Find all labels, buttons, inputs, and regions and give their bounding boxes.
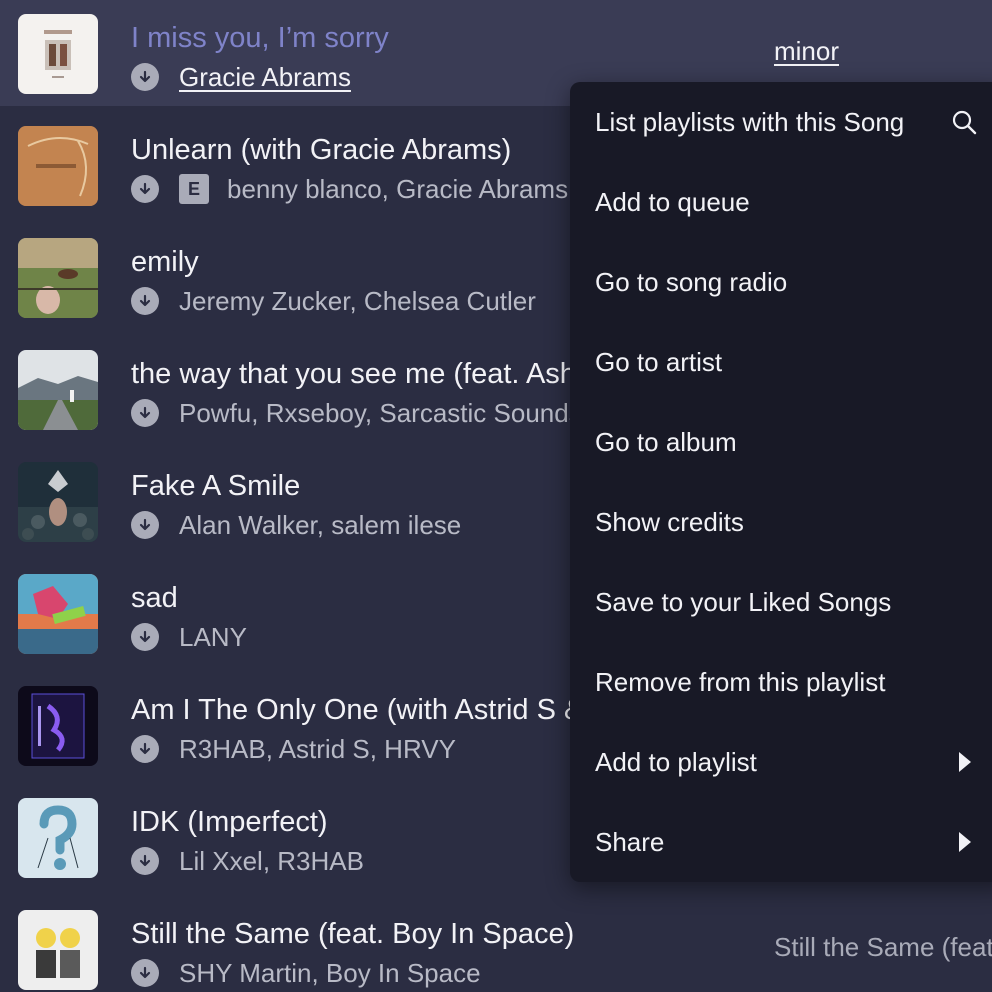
menu-item-label: Add to playlist (595, 746, 757, 777)
track-artists[interactable]: Jeremy Zucker, Chelsea Cutler (179, 286, 536, 317)
downloaded-icon (131, 511, 159, 539)
menu-item-label: List playlists with this Song (595, 106, 905, 137)
track-subtitle: LANY (131, 622, 247, 652)
track-artists[interactable]: benny blanco, Gracie Abrams (227, 174, 568, 205)
track-row[interactable]: Still the Same (feat. Boy In Space) SHY … (0, 896, 992, 992)
downloaded-icon (131, 847, 159, 875)
track-title[interactable]: emily (131, 244, 199, 280)
album-art (18, 462, 98, 542)
album-art (18, 126, 98, 206)
album-art-minor (18, 14, 98, 94)
album-art-still-the-same (18, 910, 98, 990)
menu-item-go-to-artist[interactable]: Go to artist (570, 322, 992, 402)
track-title[interactable]: I miss you, I’m sorry (131, 20, 389, 56)
downloaded-icon (131, 63, 159, 91)
downloaded-icon (131, 623, 159, 651)
menu-item-go-to-song-radio[interactable]: Go to song radio (570, 242, 992, 322)
downloaded-icon (131, 399, 159, 427)
search-icon (950, 108, 978, 136)
album-art-emily (18, 238, 98, 318)
menu-item-add-to-playlist[interactable]: Add to playlist (570, 722, 992, 802)
context-menu: List playlists with this Song Add to que… (570, 82, 992, 882)
album-art (18, 798, 98, 878)
track-artists[interactable]: Lil Xxel, R3HAB (179, 846, 364, 877)
menu-item-label: Remove from this playlist (595, 666, 886, 697)
album-art-sad (18, 574, 98, 654)
track-artists[interactable]: Powfu, Rxseboy, Sarcastic Sounds (179, 398, 582, 429)
album-art (18, 238, 98, 318)
menu-item-label: Save to your Liked Songs (595, 586, 892, 617)
album-art (18, 910, 98, 990)
album-art-fake-a-smile (18, 462, 98, 542)
chevron-right-icon (950, 748, 978, 776)
track-artists[interactable]: SHY Martin, Boy In Space (179, 958, 481, 989)
chevron-right-icon (950, 828, 978, 856)
downloaded-icon (131, 175, 159, 203)
track-subtitle: Gracie Abrams (131, 62, 351, 92)
track-subtitle: Lil Xxel, R3HAB (131, 846, 364, 876)
album-art (18, 686, 98, 766)
track-artists[interactable]: LANY (179, 622, 247, 653)
track-subtitle: Powfu, Rxseboy, Sarcastic Sounds (131, 398, 582, 428)
menu-item-go-to-album[interactable]: Go to album (570, 402, 992, 482)
track-subtitle: Alan Walker, salem ilese (131, 510, 461, 540)
track-album[interactable]: Still the Same (feat. Boy In Space) (774, 932, 992, 963)
track-title[interactable]: IDK (Imperfect) (131, 804, 328, 840)
track-title[interactable]: sad (131, 580, 178, 616)
track-artists[interactable]: Gracie Abrams (179, 62, 351, 93)
menu-item-label: Show credits (595, 506, 744, 537)
menu-item-save-to-liked-songs[interactable]: Save to your Liked Songs (570, 562, 992, 642)
menu-item-add-to-queue[interactable]: Add to queue (570, 162, 992, 242)
track-title[interactable]: Fake A Smile (131, 468, 300, 504)
album-art (18, 350, 98, 430)
track-title[interactable]: Still the Same (feat. Boy In Space) (131, 916, 574, 952)
explicit-badge: E (179, 174, 209, 204)
menu-item-share[interactable]: Share (570, 802, 992, 882)
menu-item-label: Go to song radio (595, 266, 788, 297)
track-subtitle: SHY Martin, Boy In Space (131, 958, 481, 988)
menu-item-label: Go to album (595, 426, 737, 457)
tracklist-view: I miss you, I’m sorry Gracie Abrams mino… (0, 0, 992, 992)
album-art (18, 574, 98, 654)
album-art-unlearn (18, 126, 98, 206)
track-subtitle: E benny blanco, Gracie Abrams (131, 174, 568, 204)
track-title[interactable]: Unlearn (with Gracie Abrams) (131, 132, 511, 168)
album-art-the-way-that-you-see-me (18, 350, 98, 430)
track-album[interactable]: minor (774, 36, 839, 67)
menu-item-label: Add to queue (595, 186, 750, 217)
downloaded-icon (131, 735, 159, 763)
album-art-idk-imperfect (18, 798, 98, 878)
track-artists[interactable]: Alan Walker, salem ilese (179, 510, 461, 541)
menu-item-label: Go to artist (595, 346, 723, 377)
downloaded-icon (131, 287, 159, 315)
album-art (18, 14, 98, 94)
downloaded-icon (131, 959, 159, 987)
menu-item-label: Share (595, 826, 665, 857)
track-subtitle: R3HAB, Astrid S, HRVY (131, 734, 456, 764)
album-art-am-i-the-only-one (18, 686, 98, 766)
track-artists[interactable]: R3HAB, Astrid S, HRVY (179, 734, 456, 765)
track-subtitle: Jeremy Zucker, Chelsea Cutler (131, 286, 536, 316)
menu-item-list-playlists[interactable]: List playlists with this Song (570, 82, 992, 162)
menu-item-show-credits[interactable]: Show credits (570, 482, 992, 562)
menu-item-remove-from-playlist[interactable]: Remove from this playlist (570, 642, 992, 722)
